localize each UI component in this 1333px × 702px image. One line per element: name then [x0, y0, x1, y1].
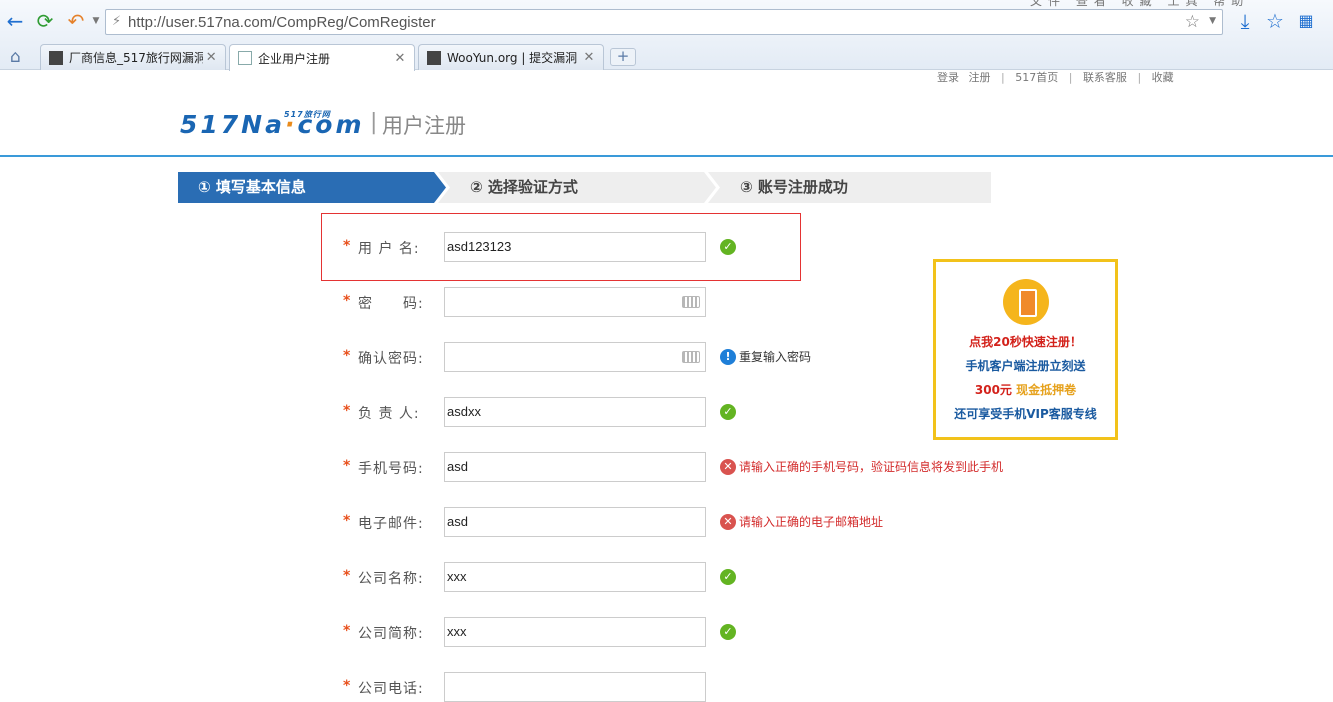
- logo-text: 517Na: [180, 110, 285, 139]
- field-label: 公司电话:: [358, 681, 424, 697]
- mobile-input[interactable]: asd: [444, 452, 706, 482]
- field-mobile: * 手机号码: asd ✕ 请输入正确的手机号码，验证码信息将发到此手机: [340, 452, 1040, 482]
- confirm-password-input[interactable]: [444, 342, 706, 372]
- required-mark: *: [343, 568, 351, 584]
- promo-line-2: 手机客户端注册立刻送: [965, 359, 1086, 373]
- check-icon: ✓: [720, 624, 736, 640]
- password-input[interactable]: [444, 287, 706, 317]
- required-mark: *: [343, 238, 351, 254]
- mobile-register-promo[interactable]: 点我20秒快速注册！ 手机客户端注册立刻送 300元 现金抵押卷 还可享受手机V…: [933, 259, 1118, 440]
- contact-link[interactable]: 联系客服: [1083, 71, 1127, 84]
- download-icon[interactable]: ⤓: [1233, 9, 1257, 33]
- required-mark: *: [343, 348, 351, 364]
- field-label: 密 码:: [358, 296, 424, 312]
- error-icon: ✕: [720, 514, 736, 530]
- close-icon[interactable]: ✕: [203, 50, 219, 65]
- field-company-name: * 公司名称: xxx ✓: [340, 562, 1040, 592]
- favorites-icon[interactable]: ☆: [1263, 9, 1287, 33]
- tab-bar: ⌂ 厂商信息_517旅行网漏洞 ✕ 企业用户注册 ✕ WooYun.org | …: [0, 42, 1333, 71]
- tab-wooyun[interactable]: WooYun.org | 提交漏洞 ✕: [418, 44, 604, 70]
- field-label: 公司名称:: [358, 571, 424, 587]
- step-register-success: ③ 账号注册成功: [708, 172, 991, 203]
- field-label: 公司简称:: [358, 626, 424, 642]
- check-icon: ✓: [720, 404, 736, 420]
- browser-chrome: ← ⟳ ↶ ▼ 文件 查看 收藏 工具 帮助 ⚡ http://user.517…: [0, 0, 1333, 71]
- home-link[interactable]: 517首页: [1015, 71, 1058, 84]
- close-icon[interactable]: ✕: [581, 50, 597, 65]
- tab-label: WooYun.org | 提交漏洞: [447, 51, 578, 65]
- required-mark: *: [343, 623, 351, 639]
- tab-vendor-info[interactable]: 厂商信息_517旅行网漏洞 ✕: [40, 44, 226, 70]
- promo-line-4: 还可享受手机VIP客服专线: [954, 407, 1097, 421]
- promo-line-3: 300元 现金抵押卷: [974, 383, 1077, 397]
- header-separator: |: [370, 110, 378, 135]
- page-title: 用户注册: [382, 114, 466, 138]
- favicon-icon: [49, 50, 63, 65]
- info-icon: !: [720, 349, 736, 365]
- close-icon[interactable]: ✕: [392, 51, 408, 66]
- site-logo[interactable]: 517Na·com 517旅行网: [180, 110, 365, 139]
- error-message: 请输入正确的电子邮箱地址: [739, 515, 884, 529]
- check-icon: ✓: [720, 239, 736, 255]
- home-icon[interactable]: ⌂: [10, 47, 21, 67]
- address-bar[interactable]: ⚡ http://user.517na.com/CompReg/ComRegis…: [105, 9, 1223, 35]
- field-label: 负 责 人:: [358, 406, 420, 422]
- field-label: 用 户 名:: [358, 241, 420, 257]
- tab-company-register[interactable]: 企业用户注册 ✕: [229, 44, 415, 71]
- phone-icon: [1003, 279, 1049, 325]
- login-link[interactable]: 登录: [937, 71, 959, 84]
- star-icon[interactable]: ☆: [1185, 12, 1200, 32]
- field-label: 电子邮件:: [358, 516, 424, 532]
- refresh-icon[interactable]: ⟳: [33, 9, 57, 33]
- url-dropdown-icon[interactable]: ▼: [1209, 16, 1216, 26]
- browser-toolbar: ← ⟳ ↶ ▼ 文件 查看 收藏 工具 帮助 ⚡ http://user.517…: [0, 0, 1333, 42]
- required-mark: *: [343, 403, 351, 419]
- favicon-icon: [427, 50, 441, 65]
- error-icon: ✕: [720, 459, 736, 475]
- username-input[interactable]: asd123123: [444, 232, 706, 262]
- tab-label: 厂商信息_517旅行网漏洞: [69, 51, 204, 65]
- promo-headline[interactable]: 点我20秒快速注册！: [936, 333, 1115, 350]
- apps-grid-icon[interactable]: ▦: [1294, 9, 1318, 33]
- register-link[interactable]: 注册: [969, 71, 991, 84]
- company-name-input[interactable]: xxx: [444, 562, 706, 592]
- check-icon: ✓: [720, 569, 736, 585]
- keyboard-icon[interactable]: [682, 351, 700, 363]
- new-tab-button[interactable]: +: [610, 48, 636, 66]
- field-hint: 重复输入密码: [739, 350, 812, 364]
- email-input[interactable]: asd: [444, 507, 706, 537]
- keyboard-icon[interactable]: [682, 296, 700, 308]
- tab-label: 企业用户注册: [258, 51, 331, 66]
- logo-subtitle: 517旅行网: [284, 110, 331, 119]
- step-fill-info: ① 填写基本信息: [178, 172, 446, 203]
- field-email: * 电子邮件: asd ✕ 请输入正确的电子邮箱地址: [340, 507, 1040, 537]
- company-phone-input[interactable]: [444, 672, 706, 702]
- top-links: 登录 注册 | 517首页 | 联系客服 | 收藏: [937, 71, 1174, 84]
- back-icon[interactable]: ←: [3, 9, 27, 33]
- lightning-icon: ⚡: [112, 14, 122, 29]
- company-short-name-input[interactable]: xxx: [444, 617, 706, 647]
- field-label: 手机号码:: [358, 461, 424, 477]
- required-mark: *: [343, 458, 351, 474]
- field-label: 确认密码:: [358, 351, 424, 367]
- bookmark-link[interactable]: 收藏: [1152, 71, 1174, 84]
- required-mark: *: [343, 293, 351, 309]
- required-mark: *: [343, 513, 351, 529]
- page-icon: [238, 51, 252, 65]
- registration-steps: ① 填写基本信息 ② 选择验证方式 ③ 账号注册成功: [178, 172, 991, 203]
- step-verify-method: ② 选择验证方式: [438, 172, 716, 203]
- url-text[interactable]: http://user.517na.com/CompReg/ComRegiste…: [128, 14, 436, 31]
- error-message: 请输入正确的手机号码，验证码信息将发到此手机: [739, 460, 1004, 474]
- contact-person-input[interactable]: asdxx: [444, 397, 706, 427]
- field-company-phone: * 公司电话:: [340, 672, 1040, 702]
- field-company-short-name: * 公司简称: xxx ✓: [340, 617, 1040, 647]
- field-username: * 用 户 名: asd123123 ✓: [340, 232, 1040, 262]
- header-divider: [0, 155, 1333, 157]
- top-menu[interactable]: 文件 查看 收藏 工具 帮助: [1030, 0, 1249, 9]
